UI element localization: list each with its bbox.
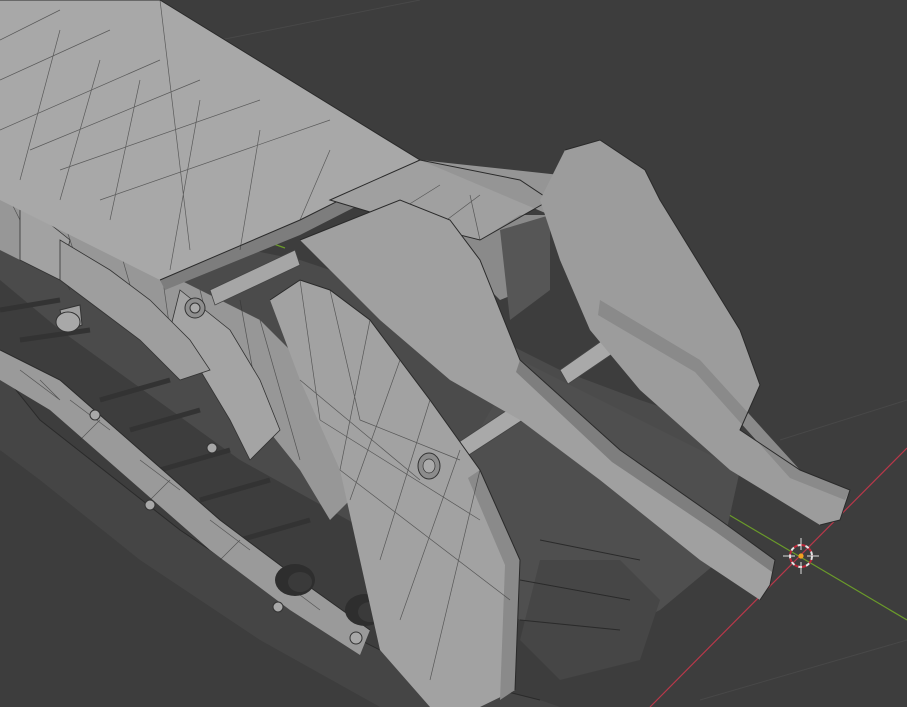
3d-cursor-icon[interactable] xyxy=(783,538,819,574)
3d-viewport[interactable] xyxy=(0,0,907,707)
viewport-scene[interactable] xyxy=(0,0,907,707)
